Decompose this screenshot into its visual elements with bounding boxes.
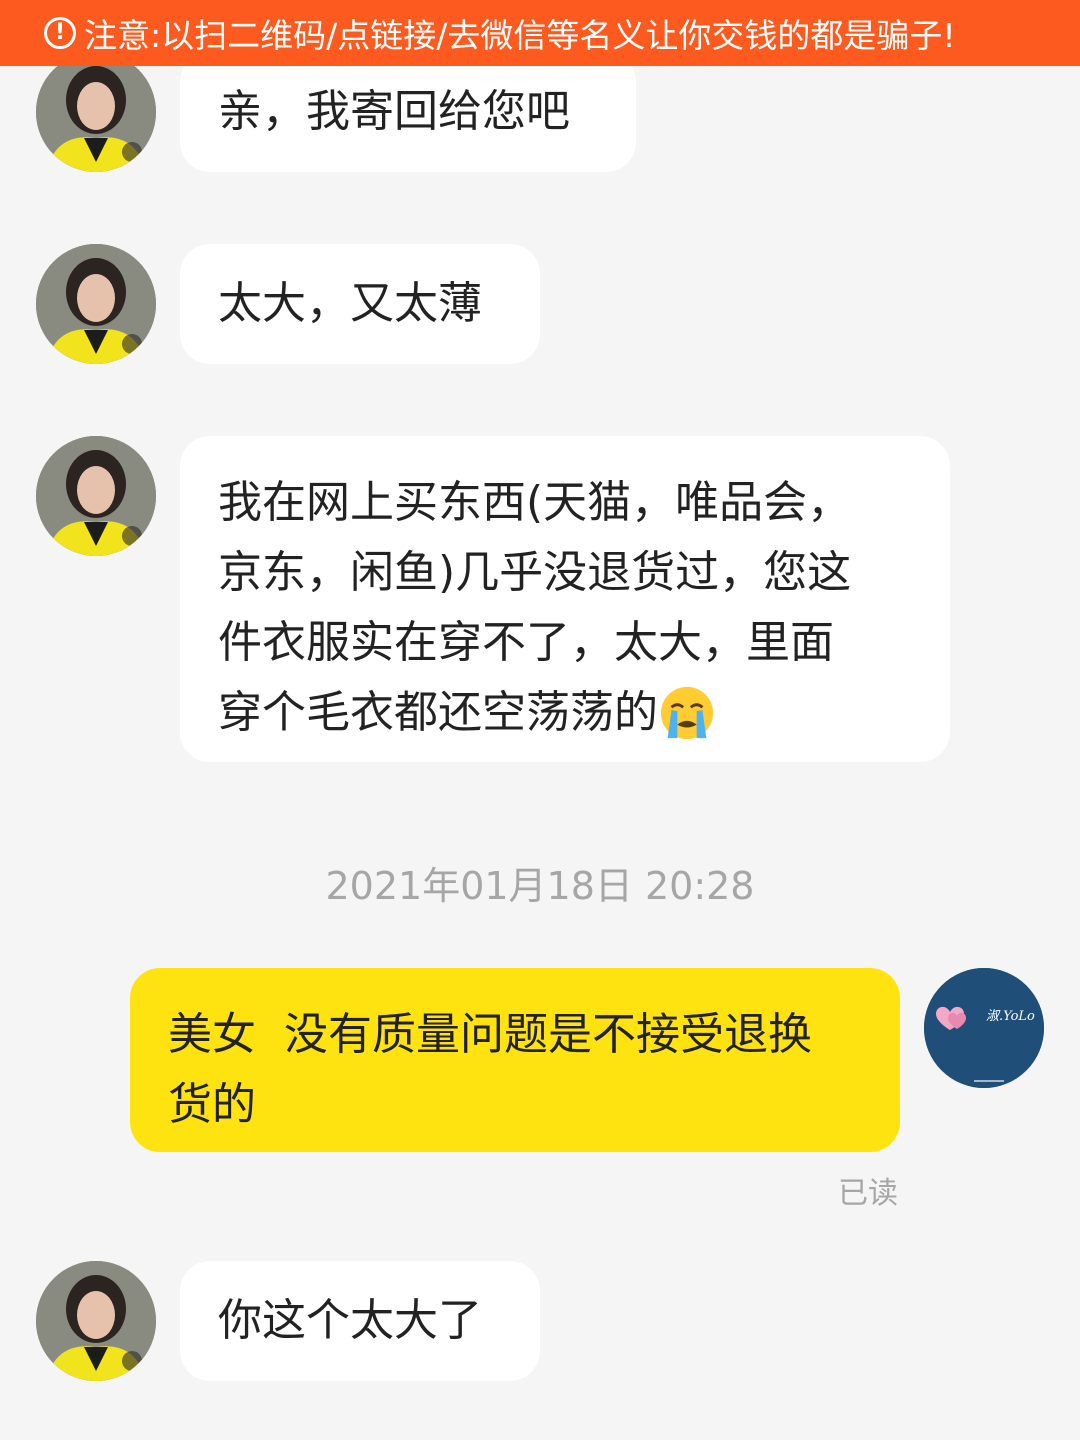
message-text-line: 穿个毛衣都还空荡荡的 bbox=[218, 687, 658, 738]
avatar-logo-icon: 淑.YoLo bbox=[924, 968, 1044, 1088]
own-message-bubble[interactable]: 美女 没有质量问题是不接受退换 货的 bbox=[130, 968, 900, 1152]
message-text: 太大，又太薄 bbox=[218, 278, 482, 329]
message-bubble[interactable]: 我在网上买东西(天猫，唯品会， 京东，闲鱼)几乎没退货过，您这 件衣服实在穿不了… bbox=[180, 436, 950, 762]
message-text: 亲，我寄回给您吧 bbox=[218, 86, 570, 137]
message-bubble[interactable]: 亲，我寄回给您吧 bbox=[180, 52, 636, 172]
message-text-line: 京东，闲鱼)几乎没退货过，您这 bbox=[218, 547, 852, 598]
message-text-line: 美女 没有质量问题是不接受退换 bbox=[168, 1009, 812, 1060]
read-status: 已读 bbox=[838, 1176, 898, 1211]
scam-warning-text: 注意:以扫二维码/点链接/去微信等名义让你交钱的都是骗子! bbox=[84, 16, 956, 55]
message-text-line: 货的 bbox=[168, 1079, 256, 1130]
avatar-photo-icon bbox=[36, 244, 156, 364]
message-bubble[interactable]: 你这个太大了 bbox=[180, 1261, 540, 1381]
message-text: 你这个太大了 bbox=[218, 1295, 482, 1346]
message-text-line: 件衣服实在穿不了，太大，里面 bbox=[218, 617, 834, 668]
own-avatar[interactable]: 淑.YoLo bbox=[924, 968, 1044, 1088]
message-text-line: 我在网上买东西(天猫，唯品会， bbox=[218, 477, 852, 528]
avatar-logo-text: 淑.YoLo bbox=[986, 1009, 1035, 1024]
seller-avatar[interactable] bbox=[36, 244, 156, 364]
seller-avatar[interactable] bbox=[36, 436, 156, 556]
seller-avatar[interactable] bbox=[36, 1261, 156, 1381]
exclamation-circle-icon: ! bbox=[44, 17, 76, 49]
loudly-crying-face-icon bbox=[660, 686, 714, 740]
avatar-photo-icon bbox=[36, 436, 156, 556]
seller-avatar[interactable] bbox=[36, 52, 156, 172]
avatar-photo-icon bbox=[36, 1261, 156, 1381]
message-bubble[interactable]: 太大，又太薄 bbox=[180, 244, 540, 364]
avatar-photo-icon bbox=[36, 52, 156, 172]
message-timestamp: 2021年01月18日 20:28 bbox=[325, 864, 755, 908]
scam-warning-banner[interactable]: ! 注意:以扫二维码/点链接/去微信等名义让你交钱的都是骗子! bbox=[0, 0, 1080, 66]
